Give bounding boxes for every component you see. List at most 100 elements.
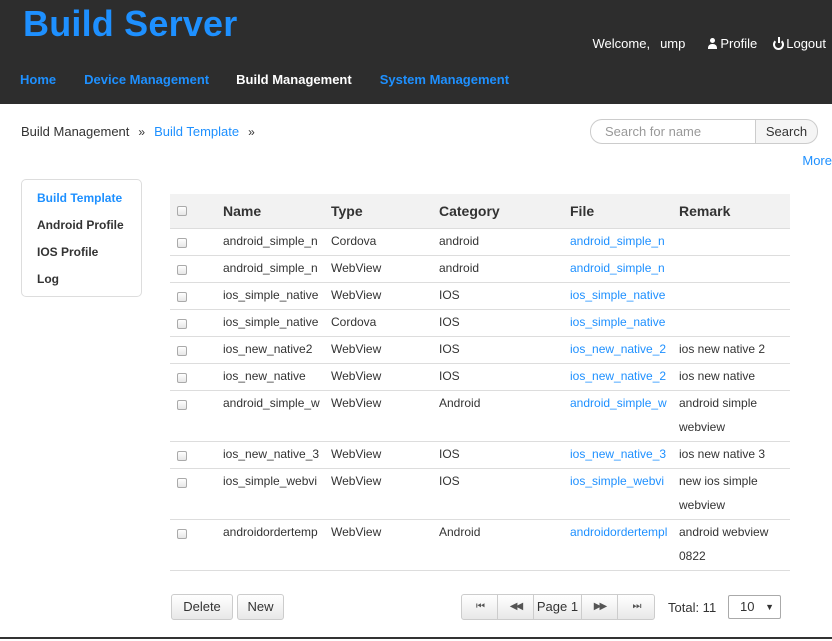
cell-type: WebView (331, 519, 439, 571)
nav-home[interactable]: Home (0, 66, 56, 96)
table-row[interactable]: ios_simple_native WebView IOS ios_simple_na… (170, 282, 790, 310)
profile-label: Profile (720, 36, 758, 51)
cell-file-link[interactable]: android_simple_n (570, 234, 665, 248)
cell-name: ios_simple_webvi (223, 468, 331, 520)
table-row[interactable]: android_simple_n WebView android android_si… (170, 255, 790, 283)
table-row[interactable]: ios_simple_native Cordova IOS ios_simple_na… (170, 309, 790, 337)
cell-type: WebView (331, 336, 439, 364)
cell-name: ios_new_native (223, 363, 331, 391)
cell-file-link[interactable]: ios_new_native_3 (570, 447, 666, 461)
cell-file-link[interactable]: ios_simple_native (570, 288, 665, 302)
logout-label: Logout (786, 36, 826, 51)
breadcrumb-root: Build Management (21, 124, 130, 139)
column-header-remark[interactable]: Remark (679, 194, 790, 229)
cell-name: android_simple_n (223, 255, 331, 283)
table-row[interactable]: ios_new_native WebView IOS ios_new_native_2… (170, 363, 790, 391)
sidebar-item-log[interactable]: Log (37, 273, 141, 286)
last-page-icon[interactable]: ⏭ (618, 595, 654, 619)
row-checkbox[interactable] (177, 528, 187, 539)
cell-category: Android (439, 519, 570, 571)
cell-file-link[interactable]: android_simple_n (570, 261, 665, 275)
user-name: ump (660, 36, 686, 51)
column-header-file[interactable]: File (570, 194, 679, 229)
delete-button[interactable]: Delete (171, 594, 233, 620)
first-page-icon[interactable]: ⏮ (462, 595, 498, 619)
row-checkbox[interactable] (177, 399, 187, 410)
cell-name: ios_simple_native (223, 309, 331, 337)
user-area: Welcome, ump Profile Logout (593, 36, 826, 51)
cell-remark (679, 255, 790, 283)
table-row[interactable]: ios_new_native2 WebView IOS ios_new_native_… (170, 336, 790, 364)
main-nav: Home Device Management Build Management … (0, 66, 509, 96)
power-icon (773, 37, 785, 50)
next-page-icon[interactable]: ▶▶ (582, 595, 618, 619)
cell-file-link[interactable]: ios_simple_native (570, 315, 665, 329)
nav-system-management[interactable]: System Management (352, 66, 509, 96)
nav-device-management[interactable]: Device Management (56, 66, 209, 96)
row-checkbox[interactable] (177, 450, 187, 461)
breadcrumb-separator: » (248, 124, 255, 139)
template-table: Name Type Category File Remark android_s… (170, 194, 790, 571)
cell-category: IOS (439, 336, 570, 364)
cell-file-link[interactable]: android_simple_w (570, 396, 667, 410)
header-bar: Build Server Welcome, ump Profile Logout… (0, 0, 832, 104)
more-link[interactable]: More (802, 153, 832, 168)
cell-category: android (439, 228, 570, 256)
table-row[interactable]: ios_simple_webvi WebView IOS ios_simple_web… (170, 468, 790, 520)
page-size-select[interactable]: 10 ▼ (728, 595, 781, 619)
cell-name: android_simple_w (223, 390, 331, 442)
cell-type: WebView (331, 468, 439, 520)
table-row[interactable]: androidordertemp WebView Android androidord… (170, 519, 790, 571)
cell-type: WebView (331, 441, 439, 469)
pagination: ⏮ ◀◀ Page 1 ▶▶ ⏭ (461, 594, 655, 620)
cell-name: androidordertemp (223, 519, 331, 571)
table-row[interactable]: android_simple_w WebView Android android_si… (170, 390, 790, 442)
table-header-row: Name Type Category File Remark (170, 194, 790, 229)
app-title: Build Server (23, 3, 238, 44)
search-button[interactable]: Search (755, 119, 818, 144)
row-checkbox[interactable] (177, 237, 187, 248)
cell-category: IOS (439, 468, 570, 520)
cell-type: WebView (331, 282, 439, 310)
table-row[interactable]: android_simple_n Cordova android android_si… (170, 228, 790, 256)
page-indicator: Page 1 (534, 595, 582, 619)
cell-remark: ios new native 3 (679, 441, 790, 469)
prev-page-icon[interactable]: ◀◀ (498, 595, 534, 619)
cell-remark: android webview 0822 (679, 519, 790, 571)
chevron-down-icon: ▼ (765, 602, 774, 612)
sidebar-item-android-profile[interactable]: Android Profile (37, 219, 141, 232)
row-checkbox[interactable] (177, 372, 187, 383)
cell-file-link[interactable]: ios_simple_webvi (570, 474, 664, 488)
cell-category: android (439, 255, 570, 283)
new-button[interactable]: New (237, 594, 284, 620)
cell-type: WebView (331, 363, 439, 391)
profile-link[interactable]: Profile (707, 36, 757, 51)
search-bar: Search (590, 119, 818, 144)
row-checkbox[interactable] (177, 345, 187, 356)
cell-file-link[interactable]: ios_new_native_2 (570, 342, 666, 356)
column-header-type[interactable]: Type (331, 194, 439, 229)
nav-build-management[interactable]: Build Management (209, 66, 352, 96)
select-all-checkbox[interactable] (177, 206, 187, 217)
column-header-category[interactable]: Category (439, 194, 570, 229)
breadcrumb-separator: » (138, 124, 146, 139)
bottom-divider (0, 637, 832, 639)
cell-type: Cordova (331, 309, 439, 337)
row-checkbox[interactable] (177, 264, 187, 275)
page-size-value: 10 (740, 599, 755, 614)
search-input[interactable] (590, 119, 755, 144)
column-header-name[interactable]: Name (223, 194, 331, 229)
cell-category: IOS (439, 441, 570, 469)
cell-category: IOS (439, 282, 570, 310)
cell-file-link[interactable]: ios_new_native_2 (570, 369, 666, 383)
breadcrumb-current[interactable]: Build Template (154, 124, 239, 139)
table-row[interactable]: ios_new_native_3 WebView IOS ios_new_native… (170, 441, 790, 469)
row-checkbox[interactable] (177, 477, 187, 488)
cell-file-link[interactable]: androidordertempl (570, 525, 667, 539)
sidebar-item-ios-profile[interactable]: IOS Profile (37, 246, 141, 259)
row-checkbox[interactable] (177, 318, 187, 329)
row-checkbox[interactable] (177, 291, 187, 302)
sidebar-item-build-template[interactable]: Build Template (37, 192, 141, 205)
logout-link[interactable]: Logout (773, 36, 826, 51)
cell-type: WebView (331, 255, 439, 283)
